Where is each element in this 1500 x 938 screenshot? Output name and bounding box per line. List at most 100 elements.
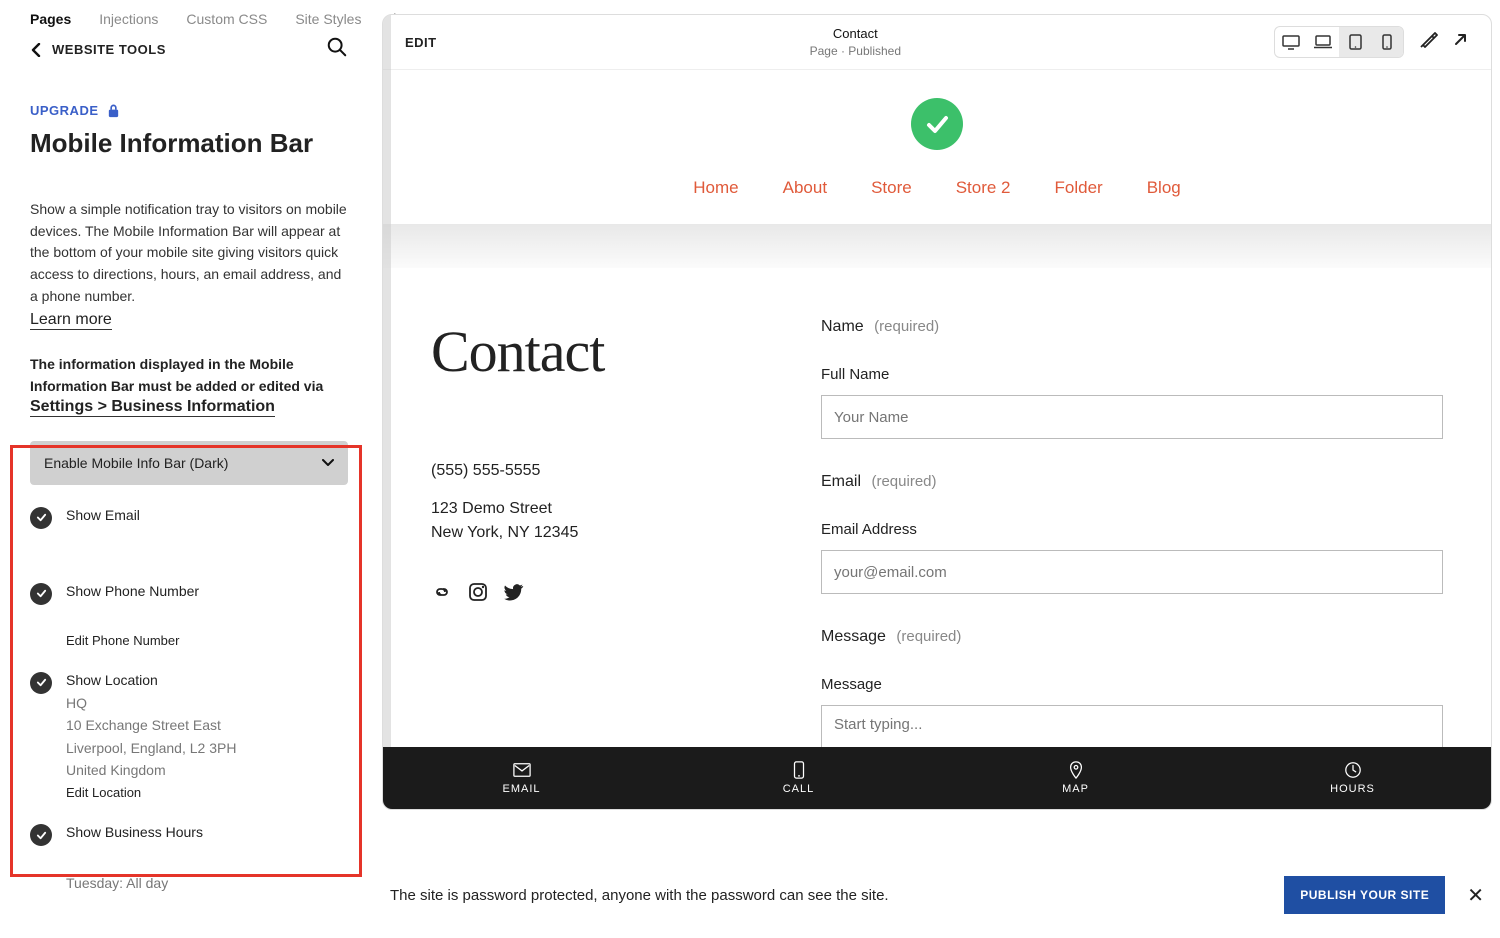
page-content: Contact (555) 555-5555 123 Demo Street N… [383,268,1491,808]
twitter-icon[interactable] [503,581,525,603]
field-email: Email (required) Email Address [821,473,1443,594]
mib-email[interactable]: EMAIL [383,747,660,809]
email-icon [513,761,531,779]
tab-site-styles[interactable]: Site Styles [295,11,361,27]
option-show-hours: Show Business Hours Tuesday: All day [30,824,348,894]
panel-note: The information displayed in the Mobile … [30,354,348,397]
nav-store2[interactable]: Store 2 [956,178,1011,198]
chevron-down-icon [322,459,334,467]
arrow-external-icon [1452,31,1469,48]
redacted-block [66,846,348,868]
map-pin-icon [1067,761,1085,779]
select-value: Enable Mobile Info Bar (Dark) [44,455,228,471]
email-input[interactable] [821,550,1443,594]
checkbox-phone[interactable] [30,583,52,605]
sidebar-panel: WEBSITE TOOLS UPGRADE Mobile Information… [0,30,378,938]
upgrade-link[interactable]: UPGRADE [30,103,348,118]
device-desktop[interactable] [1275,27,1307,57]
edit-location-link[interactable]: Edit Location [66,785,348,800]
nav-home[interactable]: Home [693,178,738,198]
learn-more-link[interactable]: Learn more [30,311,112,330]
page-status[interactable]: Contact Page · Published [810,25,901,59]
publish-message: The site is password protected, anyone w… [390,887,889,904]
enable-mode-select[interactable]: Enable Mobile Info Bar (Dark) [30,441,348,485]
site-logo-row [383,98,1491,150]
back-breadcrumb[interactable]: WEBSITE TOOLS [30,42,166,57]
redacted-email [431,425,791,445]
page-heading: Contact [431,318,791,385]
scrollbar[interactable] [383,15,391,809]
tab-injections[interactable]: Injections [99,11,158,27]
hours-line: Tuesday: All day [66,872,348,894]
lock-icon [107,104,120,118]
field-sublabel: Email Address [821,521,1443,538]
preview-topbar: EDIT Contact Page · Published [383,15,1491,70]
location-lines: HQ 10 Exchange Street East Liverpool, En… [66,692,348,782]
option-show-phone: Show Phone Number Edit Phone Number [30,583,348,648]
search-button[interactable] [326,36,348,63]
phone-icon [790,761,808,779]
check-icon [923,110,951,138]
panel-description: Show a simple notification tray to visit… [30,199,348,307]
checkbox-email[interactable] [30,507,52,529]
field-label: Name [821,318,864,335]
upgrade-label: UPGRADE [30,103,99,118]
nav-store[interactable]: Store [871,178,912,198]
required-badge: (required) [871,473,936,490]
options-list: Show Email Show Phone Number Edit Phone … [30,507,348,895]
option-label: Show Email [66,507,348,523]
redacted-block [66,529,348,559]
device-mobile[interactable] [1371,27,1403,57]
field-sublabel: Full Name [821,366,1443,383]
checkbox-location[interactable] [30,672,52,694]
search-icon [326,36,348,58]
field-sublabel: Message [821,676,1443,693]
contact-address: 123 Demo Street New York, NY 12345 [431,497,791,545]
tab-pages[interactable]: Pages [30,11,71,27]
device-laptop[interactable] [1307,27,1339,57]
option-label: Show Location [66,672,348,688]
mib-call[interactable]: CALL [660,747,937,809]
tab-custom-css[interactable]: Custom CSS [186,11,267,27]
breadcrumb-label: WEBSITE TOOLS [52,42,166,57]
brush-icon [1418,30,1438,50]
hero-strip [383,224,1491,268]
field-label: Email [821,473,861,490]
close-button[interactable]: ✕ [1467,883,1484,908]
required-badge: (required) [874,318,939,335]
nav-folder[interactable]: Folder [1055,178,1103,198]
option-show-location: Show Location HQ 10 Exchange Street East… [30,672,348,801]
contact-phone: (555) 555-5555 [431,459,791,483]
publish-bar: The site is password protected, anyone w… [382,868,1492,922]
field-name: Name (required) Full Name [821,318,1443,439]
option-label: Show Business Hours [66,824,348,840]
business-info-link[interactable]: Settings > Business Information [30,398,275,417]
edit-phone-link[interactable]: Edit Phone Number [66,633,348,648]
brush-button[interactable] [1418,30,1438,55]
field-label: Message [821,628,886,645]
option-label: Show Phone Number [66,583,348,599]
page-name: Contact [810,25,901,43]
preview-canvas: EDIT Contact Page · Published Home About… [382,14,1492,810]
device-tablet[interactable] [1339,27,1371,57]
nav-about[interactable]: About [783,178,827,198]
mobile-info-bar: EMAIL CALL MAP HOURS [383,747,1491,809]
page-substatus: Page · Published [810,43,901,59]
chevron-left-icon [30,43,42,57]
edit-button[interactable]: EDIT [405,35,437,50]
name-input[interactable] [821,395,1443,439]
panel-title: Mobile Information Bar [30,128,348,159]
checkbox-hours[interactable] [30,824,52,846]
required-badge: (required) [896,628,961,645]
nav-blog[interactable]: Blog [1147,178,1181,198]
device-toggle [1274,26,1404,58]
option-show-email: Show Email [30,507,348,559]
publish-button[interactable]: PUBLISH YOUR SITE [1284,876,1445,914]
mib-hours[interactable]: HOURS [1214,747,1491,809]
link-icon[interactable] [431,581,453,603]
instagram-icon[interactable] [467,581,489,603]
site-nav: Home About Store Store 2 Folder Blog [383,178,1491,224]
open-external-button[interactable] [1452,31,1469,53]
mib-map[interactable]: MAP [937,747,1214,809]
site-logo[interactable] [911,98,963,150]
